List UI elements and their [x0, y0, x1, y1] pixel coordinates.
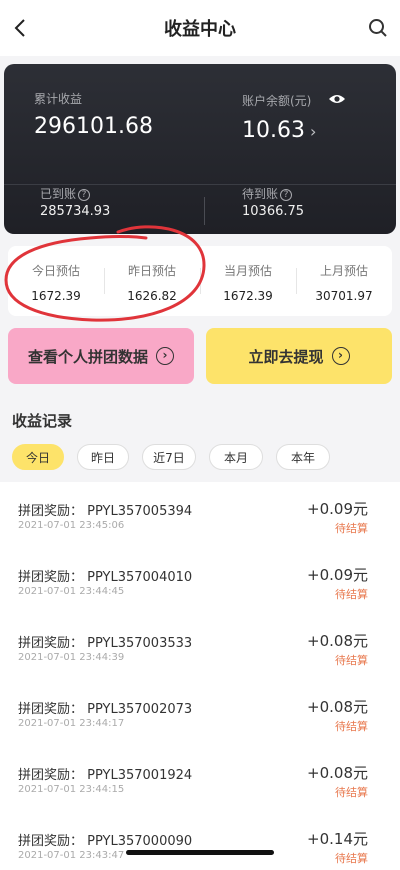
eye-icon[interactable]: [328, 93, 346, 105]
estimate-value: 1672.39: [31, 289, 81, 303]
estimate-value: 1672.39: [223, 289, 273, 303]
estimate-this-month[interactable]: 当月预估 1672.39: [200, 246, 296, 316]
pending-label: 待到账: [242, 187, 279, 201]
estimate-last-month[interactable]: 上月预估 30701.97: [296, 246, 392, 316]
date-filter-tabs: 今日 昨日 近7日 本月 本年: [12, 444, 343, 470]
record-amount: +0.09元: [307, 566, 368, 584]
record-amount: +0.09元: [307, 500, 368, 518]
list-item[interactable]: 拼团奖励： PPYL357001924 2021-07-01 23:44:15 …: [0, 746, 400, 812]
record-time: 2021-07-01 23:44:17: [18, 718, 125, 729]
nav-bar: 收益中心: [0, 0, 400, 56]
earnings-summary-card: 累计收益 296101.68 账户余额(元) 10.63 › 已到账? 2857…: [4, 64, 396, 234]
withdraw-button[interactable]: 立即去提现 ›: [206, 328, 392, 384]
view-group-data-label: 查看个人拼团数据: [27, 347, 148, 366]
filter-yesterday[interactable]: 昨日: [77, 444, 129, 470]
chevron-right-icon[interactable]: ›: [310, 122, 316, 141]
estimate-label: 今日预估: [31, 264, 80, 278]
filter-this-month[interactable]: 本月: [209, 444, 263, 470]
record-status: 待结算: [335, 786, 368, 799]
records-title: 收益记录: [12, 412, 73, 430]
help-icon[interactable]: ?: [78, 189, 91, 201]
list-item[interactable]: 拼团奖励： PPYL357004010 2021-07-01 23:44:45 …: [0, 548, 400, 614]
page-title: 收益中心: [164, 19, 236, 40]
estimate-today[interactable]: 今日预估 1672.39: [8, 246, 104, 316]
estimates-card: 今日预估 1672.39 昨日预估 1626.82 当月预估 1672.39 上…: [8, 246, 392, 316]
record-amount: +0.08元: [307, 764, 368, 782]
record-time: 2021-07-01 23:45:06: [18, 520, 125, 531]
balance-label: 账户余额(元): [242, 94, 312, 108]
record-status: 待结算: [335, 522, 368, 535]
record-title: 拼团奖励： PPYL357003533: [18, 636, 193, 651]
record-time: 2021-07-01 23:44:15: [18, 784, 125, 795]
record-title: 拼团奖励： PPYL357000090: [18, 834, 193, 849]
estimate-yesterday[interactable]: 昨日预估 1626.82: [104, 246, 200, 316]
estimate-value: 30701.97: [315, 289, 373, 303]
record-amount: +0.08元: [307, 632, 368, 650]
balance-value[interactable]: 10.63: [242, 118, 305, 143]
total-earnings-value: 296101.68: [34, 114, 153, 139]
arrow-right-circle-icon: ›: [331, 347, 350, 365]
estimate-label: 当月预估: [223, 264, 272, 278]
record-status: 待结算: [335, 852, 368, 865]
view-group-data-button[interactable]: 查看个人拼团数据 ›: [8, 328, 194, 384]
estimate-label: 上月预估: [319, 264, 368, 278]
back-button[interactable]: [6, 14, 34, 42]
arrived-label: 已到账: [40, 187, 77, 201]
record-title: 拼团奖励： PPYL357005394: [18, 504, 193, 519]
record-status: 待结算: [335, 654, 368, 667]
record-status: 待结算: [335, 588, 368, 601]
record-title: 拼团奖励： PPYL357002073: [18, 702, 193, 717]
search-button[interactable]: [364, 14, 392, 42]
filter-today[interactable]: 今日: [12, 444, 64, 470]
record-time: 2021-07-01 23:44:45: [18, 586, 125, 597]
record-time: 2021-07-01 23:43:47: [18, 850, 125, 861]
pending-label-wrap: 待到账?: [242, 185, 293, 202]
list-item[interactable]: 拼团奖励： PPYL357002073 2021-07-01 23:44:17 …: [0, 680, 400, 746]
total-earnings-label: 累计收益: [34, 92, 83, 106]
chevron-left-icon: [14, 19, 25, 37]
divider: [204, 197, 205, 225]
pending-value: 10366.75: [242, 204, 305, 219]
record-title: 拼团奖励： PPYL357004010: [18, 570, 193, 585]
records-list: 拼团奖励： PPYL357005394 2021-07-01 23:45:06 …: [0, 482, 400, 870]
list-item[interactable]: 拼团奖励： PPYL357003533 2021-07-01 23:44:39 …: [0, 614, 400, 680]
estimate-value: 1626.82: [127, 289, 177, 303]
list-item[interactable]: 拼团奖励： PPYL357000090 2021-07-01 23:43:47 …: [0, 812, 400, 870]
estimate-label: 昨日预估: [127, 264, 176, 278]
record-time: 2021-07-01 23:44:39: [18, 652, 125, 663]
withdraw-label: 立即去提现: [248, 347, 324, 366]
record-title: 拼团奖励： PPYL357001924: [18, 768, 193, 783]
filter-this-year[interactable]: 本年: [276, 444, 330, 470]
filter-7days[interactable]: 近7日: [142, 444, 196, 470]
record-status: 待结算: [335, 720, 368, 733]
arrow-right-circle-icon: ›: [156, 347, 174, 365]
home-indicator[interactable]: [126, 850, 274, 855]
arrived-value: 285734.93: [40, 204, 111, 219]
list-item[interactable]: 拼团奖励： PPYL357005394 2021-07-01 23:45:06 …: [0, 482, 400, 548]
help-icon[interactable]: ?: [280, 189, 293, 201]
record-amount: +0.14元: [307, 830, 368, 848]
record-amount: +0.08元: [307, 698, 368, 716]
arrived-label-wrap: 已到账?: [40, 185, 91, 202]
search-icon: [369, 19, 387, 37]
